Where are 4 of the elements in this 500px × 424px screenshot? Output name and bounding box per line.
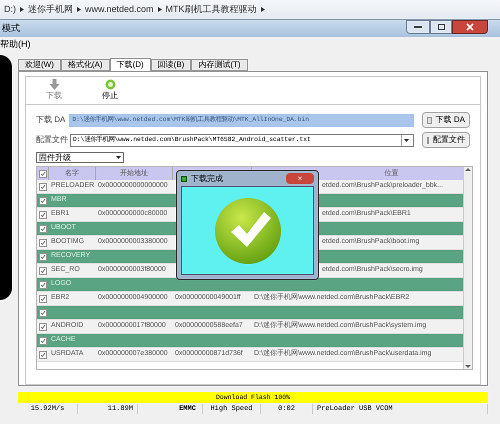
window-title: 模式 xyxy=(1,22,20,35)
dialog-title: 下载完成 xyxy=(181,172,223,184)
field-label: 下载 DA xyxy=(36,114,66,126)
field-label: 配置文件 xyxy=(36,134,66,146)
